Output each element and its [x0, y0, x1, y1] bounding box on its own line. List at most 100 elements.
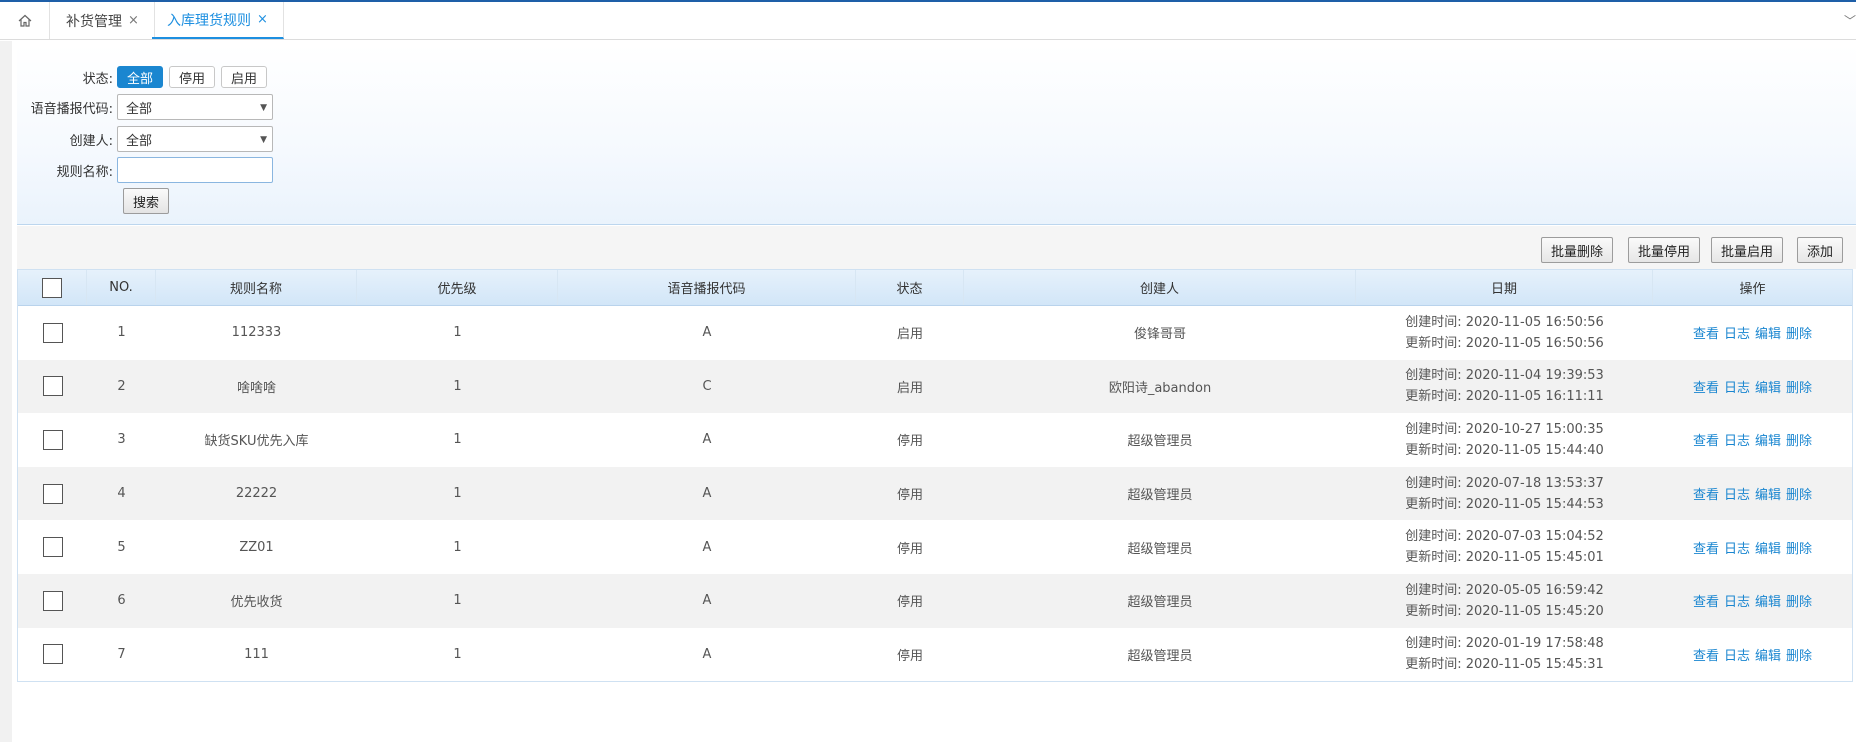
rule-name-label: 规则名称:: [56, 164, 113, 180]
row-actions: 查看 日志 编辑 删除: [1693, 538, 1812, 557]
view-link[interactable]: 查看: [1693, 591, 1719, 610]
tab-inbound-rules[interactable]: 入库理货规则 ×: [152, 2, 284, 39]
log-link[interactable]: 日志: [1724, 538, 1750, 557]
rule-name-input[interactable]: [117, 157, 273, 183]
creator-select[interactable]: 全部 ▼: [117, 126, 273, 152]
delete-link[interactable]: 删除: [1786, 430, 1812, 449]
edit-link[interactable]: 编辑: [1755, 538, 1781, 557]
creator-name: 超级管理员: [1127, 488, 1193, 504]
name-cell: ZZ01: [156, 520, 357, 574]
tab-replenishment[interactable]: 补货管理 ×: [51, 2, 155, 39]
edit-link[interactable]: 编辑: [1755, 591, 1781, 610]
voice-code-select[interactable]: 全部 ▼: [117, 94, 273, 120]
col-header-rule-name[interactable]: 规则名称: [156, 270, 357, 305]
log-link[interactable]: 日志: [1724, 484, 1750, 503]
updated-prefix: 更新时间:: [1405, 335, 1462, 351]
delete-link[interactable]: 删除: [1786, 484, 1812, 503]
home-icon: [18, 14, 31, 27]
row-checkbox[interactable]: [42, 644, 63, 665]
rule-name: 缺货SKU优先入库: [204, 434, 309, 450]
view-link[interactable]: 查看: [1693, 430, 1719, 449]
status-cell: 停用: [856, 467, 964, 521]
chevron-down-icon[interactable]: ﹀: [1844, 12, 1856, 29]
edit-link[interactable]: 编辑: [1755, 645, 1781, 664]
rules-table: NO. 规则名称 优先级 语音播报代码 状态 创建人 日期 操作 1 112333…: [17, 269, 1853, 683]
created-value: 2020-05-05 16:59:42: [1465, 582, 1604, 598]
rule-name-row: 规则名称:: [17, 156, 273, 184]
batch-delete-button[interactable]: 批量删除: [1541, 237, 1614, 263]
rule-name: 22222: [235, 486, 278, 502]
batch-disable-button[interactable]: 批量停用: [1628, 237, 1701, 263]
add-button[interactable]: 添加: [1797, 237, 1844, 263]
priority: 1: [453, 593, 462, 609]
row-actions: 查看 日志 编辑 删除: [1693, 377, 1812, 396]
actions-cell: 查看 日志 编辑 删除: [1653, 520, 1852, 574]
delete-link[interactable]: 删除: [1786, 538, 1812, 557]
view-link[interactable]: 查看: [1693, 484, 1719, 503]
date-block: 创建时间: 2020-11-05 16:50:56 更新时间: 2020-11-…: [1405, 312, 1604, 354]
voice-code-row: 语音播报代码: 全部 ▼: [17, 93, 273, 121]
priority: 1: [453, 378, 462, 394]
log-link[interactable]: 日志: [1724, 377, 1750, 396]
row-checkbox[interactable]: [42, 483, 63, 504]
log-link[interactable]: 日志: [1724, 591, 1750, 610]
row-checkbox[interactable]: [42, 429, 63, 450]
delete-link[interactable]: 删除: [1786, 377, 1812, 396]
row-checkbox[interactable]: [42, 537, 63, 558]
close-icon[interactable]: ×: [128, 13, 139, 28]
delete-link[interactable]: 删除: [1786, 645, 1812, 664]
view-link[interactable]: 查看: [1693, 323, 1719, 342]
created-value: 2020-01-19 17:58:48: [1465, 636, 1604, 652]
col-header-priority[interactable]: 优先级: [357, 270, 558, 305]
col-header-voice-code[interactable]: 语音播报代码: [558, 270, 856, 305]
priority-cell: 1: [357, 574, 558, 628]
status-cell: 停用: [856, 520, 964, 574]
date-cell: 创建时间: 2020-10-27 15:00:35 更新时间: 2020-11-…: [1356, 413, 1653, 467]
col-header-status[interactable]: 状态: [856, 270, 964, 305]
status-text: 停用: [896, 595, 923, 611]
search-button[interactable]: 搜索: [123, 188, 169, 214]
priority-cell: 1: [357, 360, 558, 414]
col-header-creator[interactable]: 创建人: [964, 270, 1356, 305]
home-tab[interactable]: [0, 2, 50, 39]
name-cell: 优先收货: [156, 574, 357, 628]
delete-link[interactable]: 删除: [1786, 323, 1812, 342]
creator-cell: 超级管理员: [964, 628, 1356, 682]
view-link[interactable]: 查看: [1693, 538, 1719, 557]
batch-enable-button[interactable]: 批量启用: [1711, 237, 1784, 263]
row-actions: 查看 日志 编辑 删除: [1693, 645, 1812, 664]
created-time: 创建时间: 2020-10-27 15:00:35: [1405, 419, 1604, 440]
checkbox-cell: [18, 413, 87, 467]
priority: 1: [453, 539, 462, 555]
status-all-button[interactable]: 全部: [117, 66, 164, 88]
view-link[interactable]: 查看: [1693, 377, 1719, 396]
row-checkbox[interactable]: [42, 322, 63, 343]
row-checkbox[interactable]: [42, 376, 63, 397]
date-block: 创建时间: 2020-01-19 17:58:48 更新时间: 2020-11-…: [1405, 633, 1604, 675]
edit-link[interactable]: 编辑: [1755, 377, 1781, 396]
edit-link[interactable]: 编辑: [1755, 430, 1781, 449]
updated-time: 更新时间: 2020-11-05 15:45:01: [1405, 547, 1604, 568]
status-text: 启用: [896, 380, 923, 396]
updated-prefix: 更新时间:: [1405, 603, 1462, 619]
view-link[interactable]: 查看: [1693, 645, 1719, 664]
log-link[interactable]: 日志: [1724, 430, 1750, 449]
dropdown-arrow-icon: ▼: [260, 135, 267, 145]
status-disabled-button[interactable]: 停用: [169, 66, 216, 88]
row-no: 1: [117, 325, 126, 341]
status-cell: 启用: [856, 360, 964, 414]
edit-link[interactable]: 编辑: [1755, 484, 1781, 503]
log-link[interactable]: 日志: [1724, 645, 1750, 664]
row-actions: 查看 日志 编辑 删除: [1693, 323, 1812, 342]
status-enabled-button[interactable]: 启用: [221, 66, 268, 88]
col-header-date[interactable]: 日期: [1356, 270, 1653, 305]
updated-prefix: 更新时间:: [1405, 657, 1462, 673]
col-header-no[interactable]: NO.: [87, 270, 156, 305]
delete-link[interactable]: 删除: [1786, 591, 1812, 610]
row-checkbox[interactable]: [42, 590, 63, 611]
select-all-checkbox[interactable]: [42, 277, 62, 298]
status-cell: 停用: [856, 628, 964, 682]
edit-link[interactable]: 编辑: [1755, 323, 1781, 342]
log-link[interactable]: 日志: [1724, 323, 1750, 342]
close-icon[interactable]: ×: [257, 12, 268, 27]
